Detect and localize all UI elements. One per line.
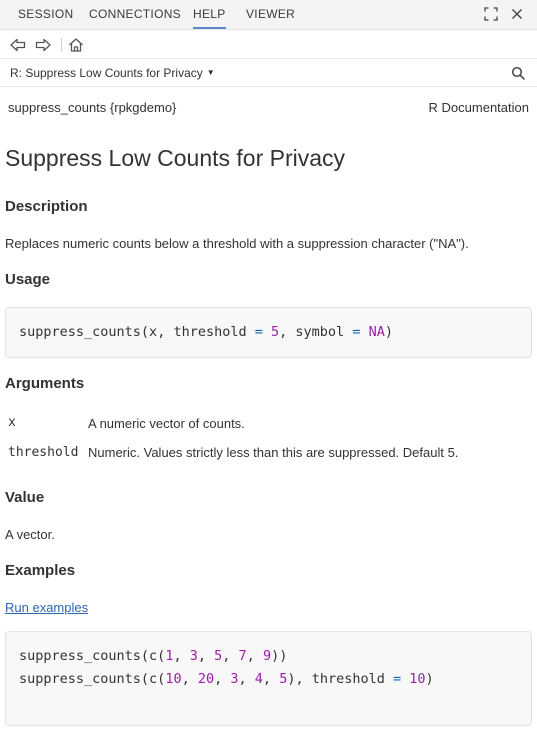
help-toolbar	[0, 31, 537, 59]
code-paren: ),	[287, 671, 312, 687]
code-paren: )	[425, 671, 434, 687]
code-comma: ,	[262, 671, 280, 687]
code-constant: NA	[368, 324, 385, 340]
code-arg-threshold: threshold	[173, 324, 247, 340]
code-arg-x: x	[149, 324, 158, 340]
code-arg-threshold: threshold	[311, 671, 385, 687]
arguments-heading: Arguments	[5, 375, 85, 392]
examples-heading: Examples	[5, 562, 76, 579]
argument-description: Numeric. Values strictly less than this …	[88, 445, 459, 460]
package-line: suppress_counts {rpkgdemo}	[8, 100, 177, 115]
page-title: Suppress Low Counts for Privacy	[5, 145, 346, 171]
code-comma: ,	[222, 648, 239, 664]
code-number: 10	[165, 671, 182, 687]
code-number: 9	[262, 648, 272, 664]
tab-connections[interactable]: CONNECTIONS	[89, 7, 181, 21]
argument-description: A numeric vector of counts.	[88, 416, 245, 431]
code-operator: =	[246, 324, 271, 340]
code-operator: =	[344, 324, 369, 340]
code-number: 3	[230, 671, 239, 687]
code-number: 4	[254, 671, 263, 687]
back-arrow-icon[interactable]	[9, 37, 27, 53]
forward-arrow-icon[interactable]	[34, 37, 52, 53]
description-text: Replaces numeric counts below a threshol…	[5, 236, 469, 251]
code-number: 5	[271, 324, 280, 340]
example-code-line: suppress_counts(c(10, 20, 3, 4, 5), thre…	[19, 671, 434, 687]
code-comma: ,	[238, 671, 255, 687]
code-comma: ,	[173, 648, 190, 664]
code-number: 3	[189, 648, 198, 664]
code-fn: suppress_counts(	[19, 324, 150, 340]
code-comma: ,	[279, 324, 296, 340]
usage-code-line: suppress_counts(x, threshold = 5, symbol…	[19, 324, 393, 340]
pane-tab-bar: SESSION CONNECTIONS HELP VIEWER	[0, 0, 537, 30]
value-heading: Value	[5, 489, 45, 506]
r-documentation-label: R Documentation	[428, 100, 529, 115]
home-icon[interactable]	[67, 37, 85, 53]
code-number: 7	[238, 648, 247, 664]
topic-dropdown[interactable]: R: Suppress Low Counts for Privacy ▼	[10, 66, 215, 80]
tab-session[interactable]: SESSION	[18, 7, 73, 21]
code-number: 20	[197, 671, 215, 687]
topic-bar: R: Suppress Low Counts for Privacy ▼	[0, 60, 537, 87]
run-examples-link[interactable]: Run examples	[5, 600, 88, 615]
code-paren: ))	[271, 648, 288, 664]
code-comma: ,	[181, 671, 198, 687]
chevron-down-icon: ▼	[206, 68, 215, 77]
code-arg-symbol: symbol	[295, 324, 345, 340]
code-fn: suppress_counts(c(	[19, 671, 166, 687]
value-text: A vector.	[5, 527, 55, 542]
description-heading: Description	[5, 198, 88, 215]
code-fn: suppress_counts(c(	[19, 648, 166, 664]
search-icon[interactable]	[511, 66, 526, 81]
expand-icon[interactable]	[483, 6, 499, 22]
argument-name: threshold	[8, 445, 79, 460]
code-comma: ,	[214, 671, 231, 687]
code-operator: =	[384, 671, 410, 687]
usage-heading: Usage	[5, 271, 51, 288]
examples-code-block: suppress_counts(c(1, 3, 5, 7, 9)) suppre…	[5, 631, 532, 726]
code-paren: )	[384, 324, 393, 340]
usage-code-block: suppress_counts(x, threshold = 5, symbol…	[5, 307, 532, 358]
toolbar-divider	[61, 38, 62, 52]
example-code-line: suppress_counts(c(1, 3, 5, 7, 9))	[19, 648, 287, 664]
tab-help[interactable]: HELP	[193, 7, 226, 29]
code-comma: ,	[197, 648, 215, 664]
code-comma: ,	[157, 324, 174, 340]
code-number: 10	[409, 671, 426, 687]
close-icon[interactable]	[509, 6, 525, 22]
topic-label: R: Suppress Low Counts for Privacy	[10, 66, 203, 80]
code-comma: ,	[246, 648, 263, 664]
tab-viewer[interactable]: VIEWER	[246, 7, 295, 21]
argument-name: x	[8, 415, 16, 430]
